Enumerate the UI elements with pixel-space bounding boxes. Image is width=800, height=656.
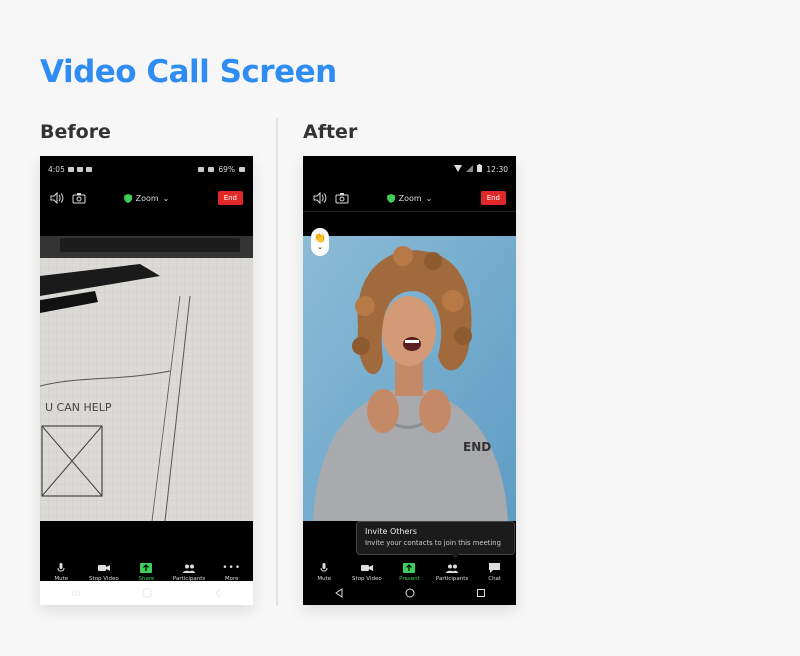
status-time: 4:05 [48,164,65,174]
share-icon [403,563,416,573]
chat-button[interactable]: Chat [475,563,515,582]
meeting-title[interactable]: Zoom ⌄ [123,193,170,203]
people-icon [446,563,459,573]
meeting-name: Zoom [135,193,159,203]
message-icon [76,166,83,172]
people-icon [183,563,196,573]
battery-icon [477,164,483,174]
meeting-controls: Mute Stop Video Share Participants ••• M… [40,556,253,582]
tooltip-title: Invite Others [365,527,417,536]
participants-button[interactable]: Participants [169,563,209,582]
after-label: After [303,121,358,143]
before-label: Before [40,121,111,143]
recents-icon[interactable] [70,587,82,599]
wifi-icon [208,166,215,172]
chevron-down-icon: ⌄ [425,193,433,203]
svg-text:U CAN HELP: U CAN HELP [45,401,112,414]
home-icon[interactable] [141,587,153,599]
meeting-title[interactable]: Zoom ⌄ [386,193,433,203]
meeting-name: Zoom [398,193,422,203]
back-icon[interactable] [212,587,224,599]
status-bar: 12:30 [303,156,516,182]
status-bar: 4:05 69% [40,156,253,182]
meeting-controls: Mute Stop Video Present Participants Cha… [303,556,516,582]
android-nav-bar [40,581,253,605]
clap-icon: 👏 [313,232,327,244]
participants-button[interactable]: Participants [432,563,472,582]
svg-text:END: END [463,440,491,454]
shield-icon [386,193,395,203]
chevron-down-icon: ⌄ [317,242,323,251]
android-nav-bar [303,581,516,605]
alarm-icon [198,166,205,172]
speaker-icon[interactable] [50,191,64,205]
meeting-toolbar: Zoom ⌄ End [303,186,516,210]
stop-video-button[interactable]: Stop Video [347,563,387,582]
switch-camera-icon[interactable] [335,191,349,205]
recents-icon[interactable] [475,587,487,599]
toolbar-divider [303,211,516,212]
share-button[interactable]: Share [126,563,166,582]
battery-icon [239,166,245,172]
column-divider [276,118,278,606]
mute-button[interactable]: Mute [304,563,344,582]
mic-icon [318,563,330,573]
speaker-icon[interactable] [313,191,327,205]
camera-icon [97,563,110,573]
wifi-icon [454,164,463,174]
stop-video-button[interactable]: Stop Video [84,563,124,582]
more-button[interactable]: ••• More [212,563,252,582]
gallery-icon [67,166,74,172]
more-icon: ••• [222,563,242,573]
present-button[interactable]: Present [389,563,429,582]
chat-icon [489,563,501,573]
battery-percent: 69% [218,164,235,174]
switch-camera-icon[interactable] [72,191,86,205]
page-title: Video Call Screen [40,54,337,90]
signal-icon [466,164,474,174]
share-icon [140,563,153,573]
meeting-toolbar: Zoom ⌄ End [40,186,253,210]
end-button[interactable]: End [217,191,243,205]
video-feed: U CAN HELP [40,236,253,521]
back-icon[interactable] [333,587,345,599]
chevron-down-icon: ⌄ [162,193,170,203]
camera-icon [360,563,373,573]
mute-button[interactable]: Mute [41,563,81,582]
end-button[interactable]: End [480,191,506,205]
mic-icon [55,563,67,573]
home-icon[interactable] [404,587,416,599]
before-phone-screen: 4:05 69% Zoom ⌄ End U CAN HELP Mute Stop… [40,156,253,605]
reaction-badge[interactable]: 👏 ⌄ [311,228,329,256]
shield-icon [123,193,132,203]
invite-tooltip[interactable]: Invite Others Invite your contacts to jo… [356,521,515,559]
tooltip-body: Invite your contacts to join this meetin… [365,539,501,547]
notification-icon [85,166,92,172]
video-feed: END [303,236,516,521]
status-time: 12:30 [486,164,508,174]
after-phone-screen: 12:30 Zoom ⌄ End END 👏 ⌄ Invite Others I… [303,156,516,605]
